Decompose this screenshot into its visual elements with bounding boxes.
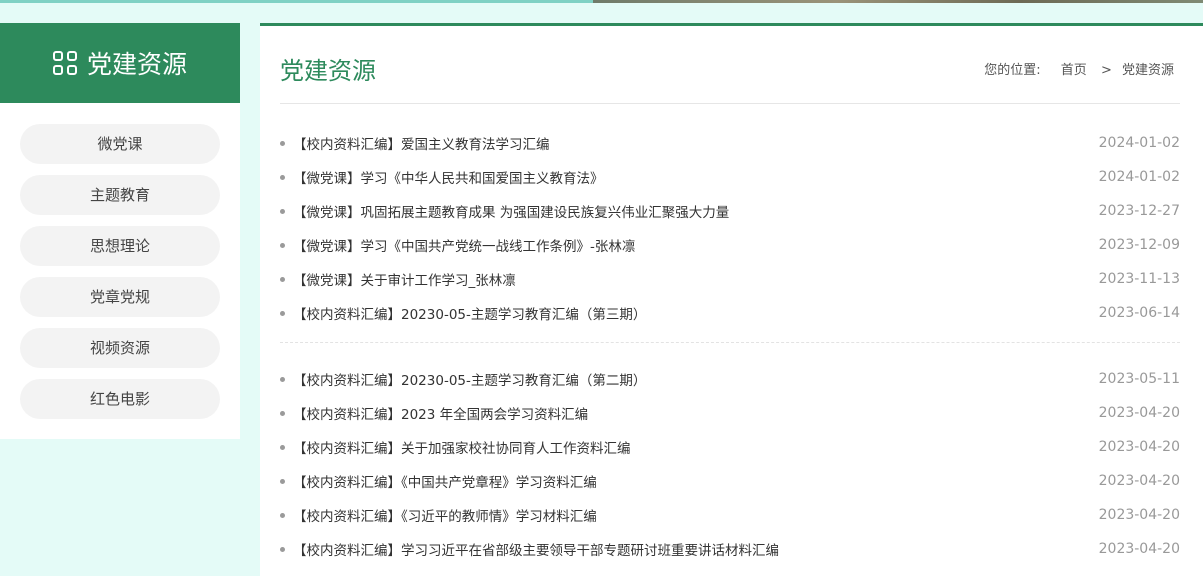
article-date: 2023-06-14 bbox=[1098, 305, 1180, 321]
list-item: 【校内资料汇编】爱国主义教育法学习汇编 2024-01-02 bbox=[280, 126, 1180, 160]
article-link[interactable]: 【微党课】学习《中华人民共和国爱国主义教育法》 bbox=[293, 167, 604, 187]
list-item: 【校内资料汇编】20230-05-主题学习教育汇编（第三期） 2023-06-1… bbox=[280, 296, 1180, 330]
bullet-dot bbox=[280, 444, 285, 450]
article-date: 2024-01-02 bbox=[1098, 135, 1180, 151]
sidebar-item-zhutijiaoyu[interactable]: 主题教育 bbox=[20, 175, 220, 215]
breadcrumb-home-link[interactable]: 首页 bbox=[1061, 63, 1087, 78]
article-date: 2023-04-20 bbox=[1098, 541, 1180, 557]
article-date: 2023-04-20 bbox=[1098, 473, 1180, 489]
sidebar-title: 党建资源 bbox=[86, 50, 187, 79]
sidebar-header: 党建资源 bbox=[0, 23, 240, 103]
bullet-dot bbox=[280, 242, 285, 248]
article-link[interactable]: 【校内资料汇编】2023 年全国两会学习资料汇编 bbox=[293, 403, 588, 423]
article-link[interactable]: 【校内资料汇编】20230-05-主题学习教育汇编（第三期） bbox=[293, 303, 646, 323]
breadcrumb-separator: > bbox=[1100, 63, 1112, 78]
top-banner-strip bbox=[0, 0, 1203, 3]
article-link[interactable]: 【校内资料汇编】学习习近平在省部级主要领导干部专题研讨班重要讲话材料汇编 bbox=[293, 539, 779, 559]
main-content: 党建资源 您的位置: 首页 > 党建资源 【校内资料汇编】爱国主义教育法学习汇编… bbox=[260, 23, 1203, 576]
article-link[interactable]: 【微党课】巩固拓展主题教育成果 为强国建设民族复兴伟业汇聚强大力量 bbox=[293, 201, 729, 221]
list-item: 【校内资料汇编】2023 年全国两会学习资料汇编 2023-04-20 bbox=[280, 396, 1180, 430]
bullet-dot bbox=[280, 546, 285, 552]
article-date: 2023-11-13 bbox=[1098, 271, 1180, 287]
article-date: 2023-05-11 bbox=[1098, 371, 1180, 387]
bullet-dot bbox=[280, 174, 285, 180]
breadcrumb-current: 党建资源 bbox=[1121, 63, 1174, 78]
banner-image bbox=[593, 0, 1203, 3]
bullet-dot bbox=[280, 376, 285, 382]
main-header: 党建资源 您的位置: 首页 > 党建资源 bbox=[280, 26, 1180, 104]
article-link[interactable]: 【校内资料汇编】20230-05-主题学习教育汇编（第二期） bbox=[293, 369, 646, 389]
list-item: 【校内资料汇编】学习习近平在省部级主要领导干部专题研讨班重要讲话材料汇编 202… bbox=[280, 532, 1180, 566]
list-item: 【微党课】关于审计工作学习_张林凛 2023-11-13 bbox=[280, 262, 1180, 296]
list-item: 【校内资料汇编】《中国共产党章程》学习资料汇编 2023-04-20 bbox=[280, 464, 1180, 498]
list-item: 【微党课】学习《中国共产党统一战线工作条例》-张林凛 2023-12-09 bbox=[280, 228, 1180, 262]
article-date: 2023-12-27 bbox=[1098, 203, 1180, 219]
sidebar-item-dangzhangdanggui[interactable]: 党章党规 bbox=[20, 277, 220, 317]
article-link[interactable]: 【校内资料汇编】关于加强家校社协同育人工作资料汇编 bbox=[293, 437, 631, 457]
breadcrumb: 您的位置: 首页 > 党建资源 bbox=[984, 59, 1174, 78]
grid-icon bbox=[52, 51, 77, 75]
sidebar-item-weidangke[interactable]: 微党课 bbox=[20, 124, 220, 164]
sidebar: 党建资源 微党课 主题教育 思想理论 党章党规 视频资源 红色电影 bbox=[0, 23, 240, 439]
breadcrumb-label: 您的位置: bbox=[984, 63, 1041, 78]
article-date: 2023-04-20 bbox=[1098, 439, 1180, 455]
bullet-dot bbox=[280, 208, 285, 214]
article-date: 2023-04-20 bbox=[1098, 507, 1180, 523]
list-item: 【校内资料汇编】20230-05-主题学习教育汇编（第二期） 2023-05-1… bbox=[280, 362, 1180, 396]
article-list: 【校内资料汇编】20230-05-主题学习教育汇编（第二期） 2023-05-1… bbox=[280, 362, 1180, 566]
bullet-dot bbox=[280, 276, 285, 282]
article-date: 2024-01-02 bbox=[1098, 169, 1180, 185]
bullet-dot bbox=[280, 410, 285, 416]
bullet-dot bbox=[280, 478, 285, 484]
sidebar-item-sixianglilun[interactable]: 思想理论 bbox=[20, 226, 220, 266]
article-date: 2023-12-09 bbox=[1098, 237, 1180, 253]
article-link[interactable]: 【校内资料汇编】《中国共产党章程》学习资料汇编 bbox=[293, 471, 597, 491]
page-title: 党建资源 bbox=[280, 57, 376, 85]
sidebar-item-shipinziyuan[interactable]: 视频资源 bbox=[20, 328, 220, 368]
list-item: 【校内资料汇编】《习近平的教师情》学习材料汇编 2023-04-20 bbox=[280, 498, 1180, 532]
sidebar-item-hongsedianying[interactable]: 红色电影 bbox=[20, 379, 220, 419]
sidebar-menu: 微党课 主题教育 思想理论 党章党规 视频资源 红色电影 bbox=[0, 103, 240, 419]
article-list: 【校内资料汇编】爱国主义教育法学习汇编 2024-01-02 【微党课】学习《中… bbox=[280, 126, 1180, 330]
article-link[interactable]: 【校内资料汇编】《习近平的教师情》学习材料汇编 bbox=[293, 505, 597, 525]
bullet-dot bbox=[280, 310, 285, 316]
article-date: 2023-04-20 bbox=[1098, 405, 1180, 421]
list-divider bbox=[280, 342, 1180, 343]
article-link[interactable]: 【微党课】学习《中国共产党统一战线工作条例》-张林凛 bbox=[293, 235, 635, 255]
list-item: 【校内资料汇编】关于加强家校社协同育人工作资料汇编 2023-04-20 bbox=[280, 430, 1180, 464]
list-item: 【微党课】学习《中华人民共和国爱国主义教育法》 2024-01-02 bbox=[280, 160, 1180, 194]
list-item: 【微党课】巩固拓展主题教育成果 为强国建设民族复兴伟业汇聚强大力量 2023-1… bbox=[280, 194, 1180, 228]
article-link[interactable]: 【校内资料汇编】爱国主义教育法学习汇编 bbox=[293, 133, 550, 153]
article-link[interactable]: 【微党课】关于审计工作学习_张林凛 bbox=[293, 269, 516, 289]
bullet-dot bbox=[280, 140, 285, 146]
bullet-dot bbox=[280, 512, 285, 518]
